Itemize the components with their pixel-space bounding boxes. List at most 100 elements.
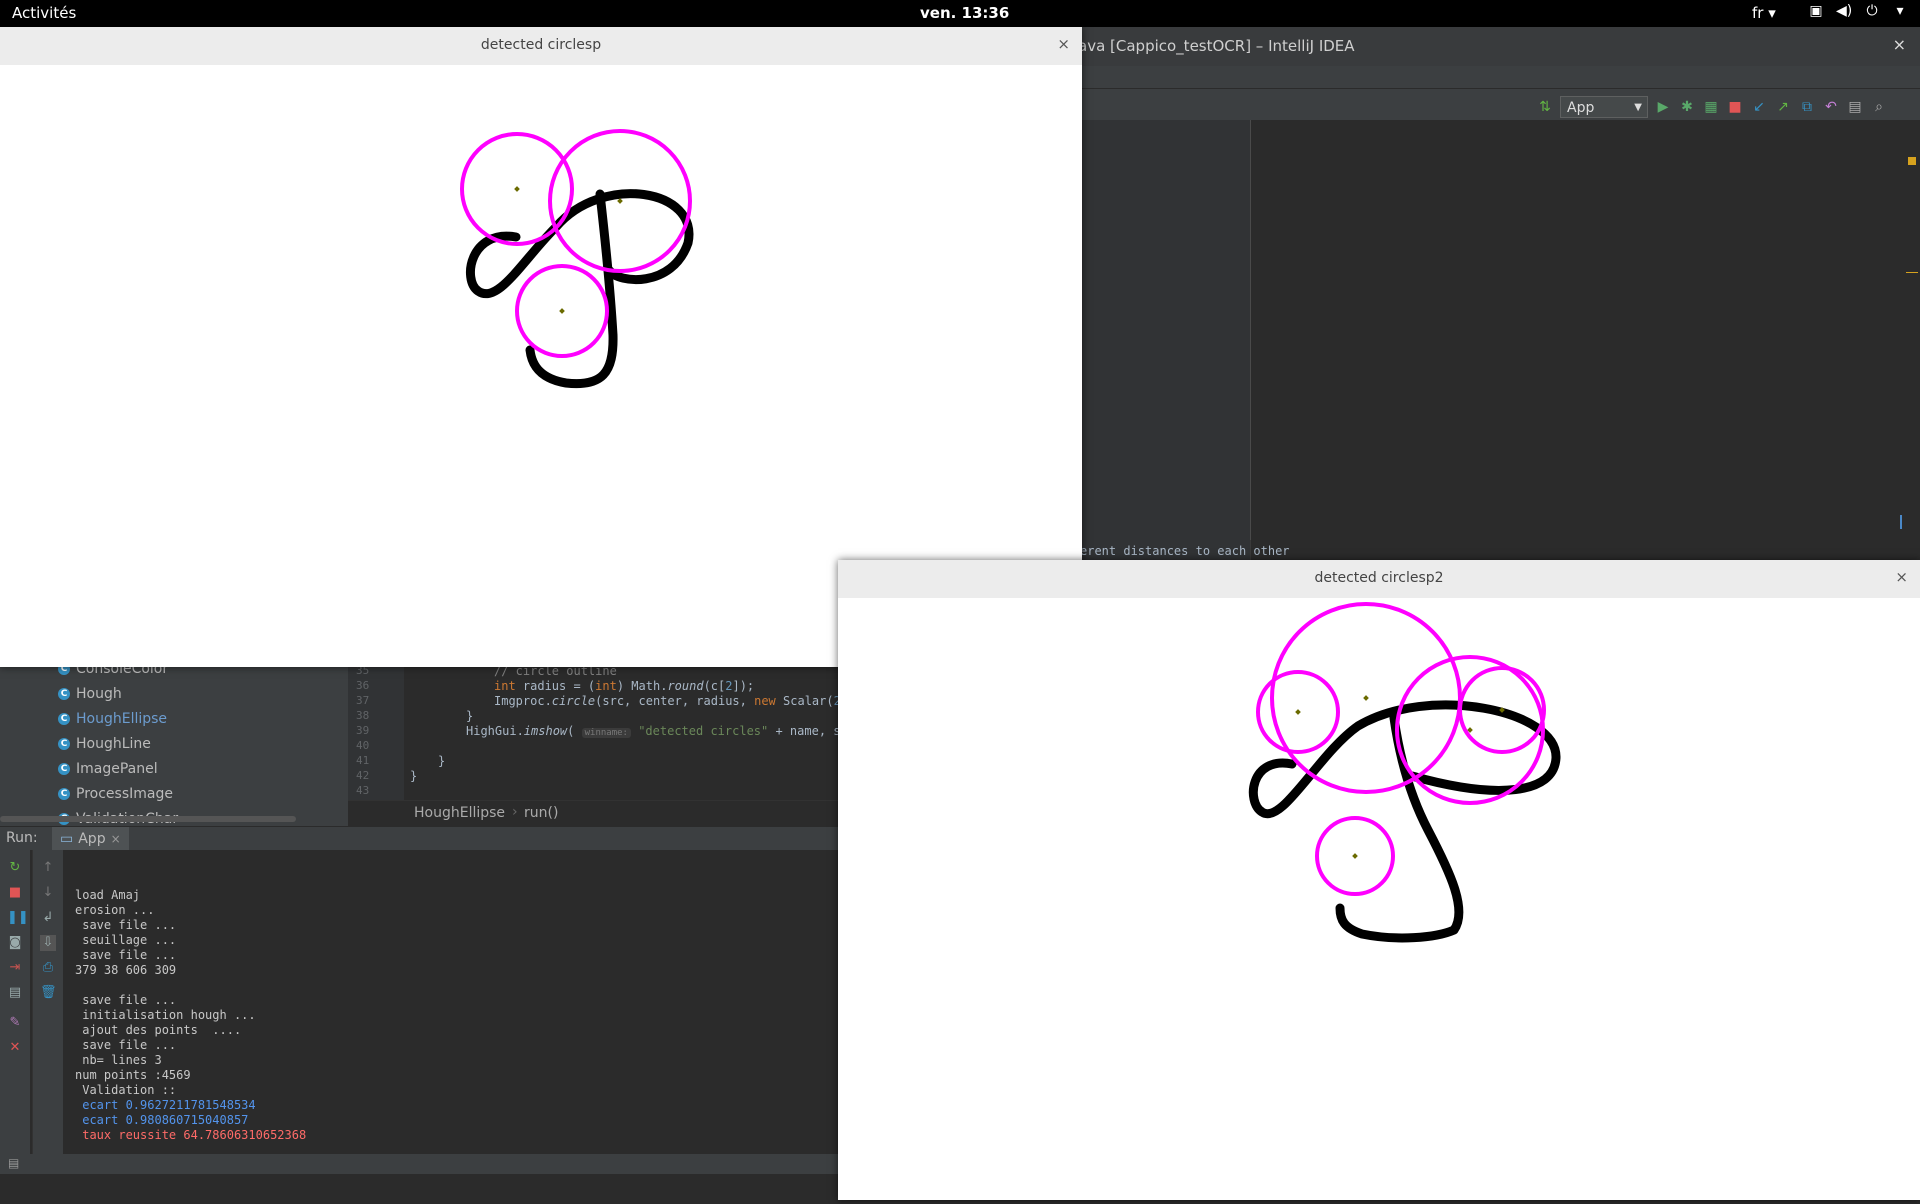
tree-item[interactable]: C ImagePanel: [58, 758, 158, 780]
window-title-bar[interactable]: detected circlesp ×: [0, 27, 1082, 66]
console-line: save file ...: [75, 993, 177, 1007]
stop-icon[interactable]: ■: [1726, 98, 1744, 116]
run-tool-window: ↻ ■ ❚❚ ◙ ⇥ ▤ ✎ ✕ ↑ ↓ ↲ ⇩ ⎙ 🗑 load Amaj er…: [0, 850, 838, 1172]
console-line: num points :4569: [75, 1068, 191, 1082]
code-line-36: int radius = (int) Math.round(c[2]);: [494, 679, 754, 693]
line-number: 38: [356, 709, 370, 722]
build-icon[interactable]: ⇅: [1536, 98, 1554, 116]
tree-item[interactable]: C HoughLine: [58, 733, 151, 755]
circle-center: [617, 198, 623, 204]
window-title-bar[interactable]: detected circlesp2 ×: [838, 560, 1920, 599]
class-icon: C: [58, 688, 70, 700]
image-canvas: [838, 598, 1920, 1200]
run-tab-label: App: [78, 831, 106, 847]
scroll-to-end-icon[interactable]: ⇩: [40, 935, 56, 951]
tree-item[interactable]: C ProcessImage: [58, 783, 173, 805]
run-label: Run:: [6, 830, 38, 846]
method-name: imshow: [523, 724, 568, 738]
rerun-icon[interactable]: ↻: [7, 860, 23, 876]
run-tool-header: Run: ▭ App ×: [0, 826, 838, 851]
tree-item-label: HoughEllipse: [76, 711, 168, 727]
run-icon[interactable]: ▶: [1654, 98, 1672, 116]
code-comment-fragment: erent distances to each other: [1080, 544, 1290, 558]
console-output[interactable]: load Amaj erosion ... save file ... seuil…: [75, 888, 306, 1143]
top-bar: Activités ven. 13:36 fr ▾ ▣ ◀) ⏻ ▾: [0, 0, 1920, 27]
window-icon[interactable]: ▣: [1808, 3, 1824, 19]
trash-icon[interactable]: 🗑: [40, 985, 57, 1001]
system-tray: ▣ ◀) ⏻ ▾: [1808, 3, 1908, 19]
power-icon[interactable]: ⏻: [1864, 3, 1880, 19]
console-line: load Amaj: [75, 888, 141, 902]
console-toolbar: ↑ ↓ ↲ ⇩ ⎙ 🗑: [32, 850, 63, 1172]
exit-icon[interactable]: ⇥: [7, 960, 23, 976]
string-literal: "detected circles": [638, 724, 769, 738]
stop-icon[interactable]: ■: [7, 885, 23, 901]
run-toolbar: ↻ ■ ❚❚ ◙ ⇥ ▤ ✎ ✕: [0, 850, 30, 1172]
window-title: detected circlesp: [480, 37, 602, 53]
console-line: save file ...: [75, 918, 177, 932]
code-editor[interactable]: 35 36 37 38 39 40 41 42 43 // circle outline int…: [348, 660, 855, 800]
tree-item-label: Hough: [76, 686, 122, 702]
highgui-window-2: detected circlesp2 ×: [838, 560, 1920, 1200]
code-text: Scalar(: [775, 694, 834, 708]
tree-item[interactable]: C HoughEllipse: [58, 708, 167, 730]
debug-icon[interactable]: ✱: [1678, 98, 1696, 116]
editor-gutter: [1080, 120, 1250, 560]
letter-stroke: [466, 189, 694, 389]
circle-center: [514, 186, 520, 192]
app-icon: ▭: [60, 831, 74, 847]
vcs-commit-icon[interactable]: ↗: [1774, 98, 1792, 116]
camera-icon[interactable]: ◙: [7, 935, 23, 951]
class-icon: C: [58, 788, 70, 800]
code-text: (: [567, 724, 582, 738]
arrow-down-icon[interactable]: ↓: [40, 885, 56, 901]
code-line-37: Imgproc.circle(src, center, radius, new …: [494, 694, 848, 708]
console-line: ecart 0.980860715040857: [75, 1113, 249, 1127]
search-icon[interactable]: ⌕: [1870, 98, 1888, 116]
print-icon[interactable]: ⎙: [40, 960, 56, 976]
close-icon[interactable]: ×: [111, 832, 121, 846]
clock[interactable]: ven. 13:36: [920, 4, 1009, 22]
language-indicator[interactable]: fr ▾: [1752, 4, 1776, 22]
error-stripe-tick[interactable]: [1906, 272, 1918, 273]
layout-icon[interactable]: ▤: [7, 985, 23, 1001]
close-icon[interactable]: ×: [1895, 568, 1908, 586]
tree-item[interactable]: C Hough: [58, 683, 122, 705]
activities-button[interactable]: Activités: [12, 4, 76, 22]
line-number: 37: [356, 694, 370, 707]
console-line: Validation ::: [75, 1083, 177, 1097]
breadcrumb-class[interactable]: HoughEllipse: [414, 805, 505, 821]
scroll-position-marker[interactable]: [1900, 515, 1902, 529]
close-icon[interactable]: ×: [1057, 35, 1070, 53]
pin-icon[interactable]: ✎: [7, 1015, 23, 1031]
letter-stroke: [1248, 700, 1561, 943]
console-line: erosion ...: [75, 903, 155, 917]
tree-item-label: HoughLine: [76, 736, 151, 752]
run-tab-app[interactable]: ▭ App ×: [52, 827, 129, 851]
volume-icon[interactable]: ◀): [1836, 3, 1852, 19]
close-icon[interactable]: ✕: [7, 1040, 23, 1056]
line-number: 43: [356, 784, 370, 797]
pause-icon[interactable]: ❚❚: [7, 910, 29, 926]
chevron-down-icon[interactable]: ▾: [1892, 3, 1908, 19]
console-line: save file ...: [75, 948, 177, 962]
breadcrumb-method[interactable]: run(): [524, 805, 558, 821]
error-stripe-marker[interactable]: [1908, 157, 1916, 165]
coverage-icon[interactable]: ▦: [1702, 98, 1720, 116]
arrow-up-icon[interactable]: ↑: [40, 860, 56, 876]
vcs-update-icon[interactable]: ↙: [1750, 98, 1768, 116]
class-icon: C: [58, 713, 70, 725]
project-structure-icon[interactable]: ▤: [1846, 98, 1864, 116]
vcs-history-icon[interactable]: ⧉: [1798, 98, 1816, 116]
circle-center: [1352, 853, 1358, 859]
soft-wrap-icon[interactable]: ↲: [40, 910, 56, 926]
close-icon[interactable]: ×: [1893, 35, 1906, 54]
window-title: detected circlesp2: [1314, 570, 1444, 586]
tree-hscrollbar[interactable]: [0, 816, 296, 822]
code-text: ) Math.: [616, 679, 668, 693]
layout-icon[interactable]: ▤: [8, 1156, 19, 1170]
editor-area[interactable]: [1080, 120, 1920, 560]
code-text: ]);: [732, 679, 755, 693]
revert-icon[interactable]: ↶: [1822, 98, 1840, 116]
run-config-select[interactable]: App ▼: [1560, 96, 1648, 118]
